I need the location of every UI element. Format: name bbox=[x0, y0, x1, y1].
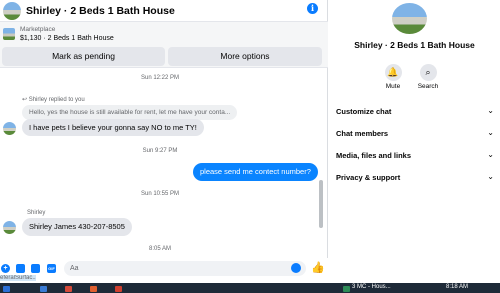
message-bubble[interactable]: Shirley James 430-207-8505 bbox=[22, 218, 132, 236]
thumbs-up-icon[interactable]: 👍 bbox=[311, 261, 325, 274]
taskbar: 3 MC - Hous... 8:18 AM bbox=[0, 283, 500, 293]
emoji-icon[interactable] bbox=[291, 263, 301, 273]
timestamp: Sun 9:27 PM bbox=[142, 148, 178, 154]
taskbar-app-icon[interactable] bbox=[115, 286, 122, 292]
reply-icon: ↩ bbox=[22, 97, 28, 103]
section-privacy-support[interactable]: Privacy & support ⌄ bbox=[336, 172, 494, 182]
avatar[interactable] bbox=[3, 122, 16, 135]
clock[interactable]: 8:18 AM bbox=[446, 284, 468, 290]
taskbar-app-icon[interactable] bbox=[343, 286, 350, 292]
chevron-down-icon: ⌄ bbox=[487, 150, 494, 159]
reply-note: ↩ Shirley replied to you bbox=[22, 96, 85, 103]
plus-icon[interactable]: + bbox=[1, 264, 10, 273]
avatar[interactable] bbox=[392, 3, 427, 34]
section-label: Chat members bbox=[336, 129, 389, 138]
sticker-icon[interactable] bbox=[31, 264, 40, 273]
details-title: Shirley · 2 Beds 1 Bath House bbox=[354, 40, 475, 50]
mute-label: Mute bbox=[385, 83, 401, 90]
info-icon[interactable]: i bbox=[307, 3, 318, 14]
windows-start-icon[interactable] bbox=[3, 286, 10, 292]
timestamp: 8:05 AM bbox=[148, 246, 171, 252]
section-label: Media, files and links bbox=[336, 151, 412, 160]
mute-button[interactable]: 🔔 Mute bbox=[377, 64, 409, 90]
taskbar-app-label[interactable]: 3 MC - Hous... bbox=[352, 284, 391, 290]
section-customize-chat[interactable]: Customize chat ⌄ bbox=[336, 106, 494, 116]
search-icon[interactable]: ⌕ bbox=[419, 64, 437, 81]
chat-header: Shirley · 2 Beds 1 Bath House i bbox=[0, 0, 328, 22]
timestamp: Sun 10:55 PM bbox=[140, 191, 180, 197]
search-button[interactable]: ⌕ Search bbox=[412, 64, 444, 90]
listing-thumbnail[interactable] bbox=[3, 28, 15, 40]
message-bubble[interactable]: I have pets I believe your gonna say NO … bbox=[22, 119, 204, 136]
message-composer: + GIF Aa 👍 bbox=[0, 258, 328, 283]
conversation-details-pane: Shirley · 2 Beds 1 Bath House 🔔 Mute ⌕ S… bbox=[329, 0, 500, 283]
listing-category: Marketplace bbox=[20, 26, 56, 33]
bell-icon[interactable]: 🔔 bbox=[384, 64, 402, 81]
chevron-down-icon: ⌄ bbox=[487, 172, 494, 181]
gif-icon[interactable]: GIF bbox=[47, 264, 56, 273]
section-media-files-links[interactable]: Media, files and links ⌄ bbox=[336, 150, 494, 160]
section-chat-members[interactable]: Chat members ⌄ bbox=[336, 128, 494, 138]
avatar[interactable] bbox=[3, 1, 21, 20]
taskbar-app-icon[interactable] bbox=[40, 286, 47, 292]
taskbar-app-icon[interactable] bbox=[65, 286, 72, 292]
taskbar-preview-label: eferalSurfac... bbox=[0, 275, 36, 281]
scrollbar[interactable] bbox=[319, 180, 323, 228]
quoted-message[interactable]: Hello, yes the house is still available … bbox=[22, 105, 238, 120]
section-label: Customize chat bbox=[336, 107, 392, 116]
listing-summary[interactable]: $1,130 · 2 Beds 1 Bath House bbox=[20, 35, 114, 42]
mark-as-pending-button[interactable]: Mark as pending bbox=[2, 47, 165, 66]
more-options-button[interactable]: More options bbox=[168, 47, 322, 66]
chevron-down-icon: ⌄ bbox=[487, 128, 494, 137]
chat-title[interactable]: Shirley · 2 Beds 1 Bath House bbox=[26, 5, 175, 17]
reply-note-text: Shirley replied to you bbox=[28, 97, 85, 103]
taskbar-app-icon[interactable] bbox=[90, 286, 97, 292]
timestamp: Sun 12:22 PM bbox=[140, 75, 180, 81]
section-label: Privacy & support bbox=[336, 173, 401, 182]
avatar[interactable] bbox=[3, 221, 16, 234]
chevron-down-icon: ⌄ bbox=[487, 106, 494, 115]
outgoing-message-bubble[interactable]: please send me contect number? bbox=[193, 163, 318, 181]
image-icon[interactable] bbox=[16, 264, 25, 273]
search-label: Search bbox=[417, 83, 439, 90]
sender-name: Shirley bbox=[27, 210, 46, 216]
message-input[interactable]: Aa bbox=[64, 261, 306, 276]
conversation-pane: Shirley · 2 Beds 1 Bath House i Marketpl… bbox=[0, 0, 328, 283]
